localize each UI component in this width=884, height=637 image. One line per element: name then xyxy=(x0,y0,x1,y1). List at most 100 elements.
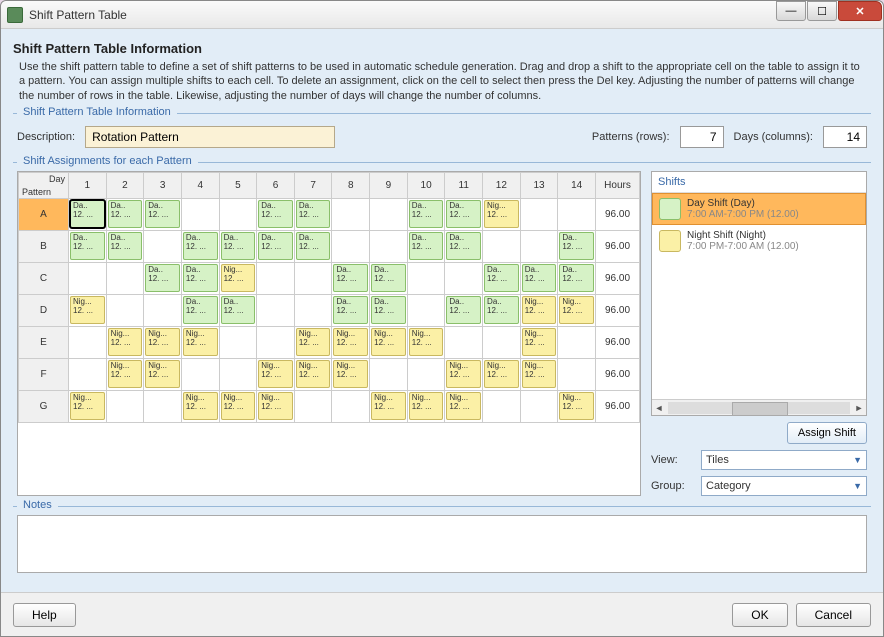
shift-chip[interactable]: Nig...12. ... xyxy=(145,328,180,356)
shift-chip[interactable]: Nig...12. ... xyxy=(333,328,368,356)
shift-chip[interactable]: Nig...12. ... xyxy=(409,328,444,356)
grid-cell[interactable] xyxy=(106,294,144,326)
grid-cell[interactable]: Nig...12. ... xyxy=(520,326,558,358)
shift-chip[interactable]: Nig...12. ... xyxy=(108,360,143,388)
grid-cell[interactable]: Da..12. ... xyxy=(181,262,219,294)
grid-cell[interactable] xyxy=(558,326,596,358)
shift-chip[interactable]: Nig...12. ... xyxy=(371,328,406,356)
shift-chip[interactable]: Nig...12. ... xyxy=(296,360,331,388)
grid-cell[interactable]: Da..12. ... xyxy=(483,262,521,294)
pattern-row-header[interactable]: E xyxy=(19,326,69,358)
grid-cell[interactable]: Da..12. ... xyxy=(558,262,596,294)
grid-cell[interactable]: Nig...12. ... xyxy=(520,294,558,326)
grid-cell[interactable]: Nig...12. ... xyxy=(294,358,332,390)
shift-chip[interactable]: Nig...12. ... xyxy=(183,328,218,356)
grid-cell[interactable]: Da..12. ... xyxy=(69,198,107,230)
shift-chip[interactable]: Da..12. ... xyxy=(371,264,406,292)
grid-cell[interactable] xyxy=(332,230,370,262)
shift-chip[interactable]: Da..12. ... xyxy=(446,296,481,324)
shift-chip[interactable]: Da..12. ... xyxy=(108,200,143,228)
shift-chip[interactable]: Nig...12. ... xyxy=(258,360,293,388)
shift-chip[interactable]: Nig...12. ... xyxy=(183,392,218,420)
grid-cell[interactable] xyxy=(370,230,408,262)
shift-chip[interactable]: Da..12. ... xyxy=(221,296,256,324)
grid-cell[interactable] xyxy=(257,262,295,294)
shift-chip[interactable]: Nig...12. ... xyxy=(522,360,557,388)
day-header[interactable]: 4 xyxy=(181,172,219,198)
grid-cell[interactable] xyxy=(483,230,521,262)
shift-chip[interactable]: Nig...12. ... xyxy=(446,392,481,420)
shift-chip[interactable]: Da..12. ... xyxy=(446,200,481,228)
shift-chip[interactable]: Da..12. ... xyxy=(258,232,293,260)
shift-chip[interactable]: Nig...12. ... xyxy=(522,328,557,356)
shift-chip[interactable]: Nig...12. ... xyxy=(70,392,105,420)
shift-chip[interactable]: Da..12. ... xyxy=(333,264,368,292)
pattern-row-header[interactable]: C xyxy=(19,262,69,294)
shift-chip[interactable]: Da..12. ... xyxy=(258,200,293,228)
shift-chip[interactable]: Da..12. ... xyxy=(183,232,218,260)
grid-cell[interactable] xyxy=(407,358,445,390)
grid-cell[interactable] xyxy=(558,358,596,390)
grid-cell[interactable] xyxy=(445,262,483,294)
titlebar[interactable]: Shift Pattern Table — ☐ ✕ xyxy=(1,1,883,29)
grid-cell[interactable] xyxy=(69,262,107,294)
shift-chip[interactable]: Nig...12. ... xyxy=(296,328,331,356)
grid-cell[interactable] xyxy=(370,198,408,230)
grid-cell[interactable] xyxy=(69,358,107,390)
grid-cell[interactable] xyxy=(445,326,483,358)
grid-cell[interactable]: Da..12. ... xyxy=(144,198,182,230)
day-header[interactable]: 3 xyxy=(144,172,182,198)
shift-chip[interactable]: Da..12. ... xyxy=(484,296,519,324)
grid-cell[interactable]: Da..12. ... xyxy=(445,198,483,230)
grid-cell[interactable]: Da..12. ... xyxy=(219,230,257,262)
grid-cell[interactable]: Nig...12. ... xyxy=(181,326,219,358)
grid-cell[interactable]: Nig...12. ... xyxy=(558,390,596,422)
grid-cell[interactable] xyxy=(257,326,295,358)
view-select[interactable]: Tiles ▼ xyxy=(701,450,867,470)
minimize-button[interactable]: — xyxy=(776,1,806,21)
shift-chip[interactable]: Nig...12. ... xyxy=(559,392,594,420)
shift-chip[interactable]: Da..12. ... xyxy=(446,232,481,260)
notes-textarea[interactable] xyxy=(17,515,867,573)
grid-cell[interactable]: Da..12. ... xyxy=(445,230,483,262)
shift-chip[interactable]: Da..12. ... xyxy=(409,232,444,260)
grid-cell[interactable]: Da..12. ... xyxy=(407,230,445,262)
shift-chip[interactable]: Nig...12. ... xyxy=(108,328,143,356)
shift-chip[interactable]: Da..12. ... xyxy=(70,200,105,228)
grid-cell[interactable] xyxy=(257,294,295,326)
day-header[interactable]: 5 xyxy=(219,172,257,198)
grid-cell[interactable] xyxy=(294,294,332,326)
grid-cell[interactable] xyxy=(332,390,370,422)
grid-cell[interactable] xyxy=(106,262,144,294)
day-header[interactable]: 13 xyxy=(520,172,558,198)
shifts-list[interactable]: Shifts Day Shift (Day)7:00 AM-7:00 PM (1… xyxy=(651,171,867,416)
grid-cell[interactable]: Nig...12. ... xyxy=(370,326,408,358)
shift-chip[interactable]: Da..12. ... xyxy=(108,232,143,260)
grid-cell[interactable] xyxy=(483,326,521,358)
grid-cell[interactable] xyxy=(370,358,408,390)
maximize-button[interactable]: ☐ xyxy=(807,1,837,21)
pattern-grid[interactable]: DayPattern1234567891011121314HoursADa..1… xyxy=(17,171,641,496)
close-button[interactable]: ✕ xyxy=(838,1,882,21)
grid-cell[interactable]: Da..12. ... xyxy=(370,294,408,326)
grid-cell[interactable]: Nig...12. ... xyxy=(106,358,144,390)
day-header[interactable]: 1 xyxy=(69,172,107,198)
grid-cell[interactable] xyxy=(106,390,144,422)
shift-chip[interactable]: Nig...12. ... xyxy=(70,296,105,324)
grid-cell[interactable] xyxy=(294,390,332,422)
shift-item[interactable]: Day Shift (Day)7:00 AM-7:00 PM (12.00) xyxy=(652,193,866,225)
shift-chip[interactable]: Da..12. ... xyxy=(409,200,444,228)
grid-cell[interactable] xyxy=(483,390,521,422)
shift-chip[interactable]: Nig...12. ... xyxy=(221,392,256,420)
description-input[interactable] xyxy=(85,126,335,148)
grid-cell[interactable]: Da..12. ... xyxy=(181,230,219,262)
shift-chip[interactable]: Da..12. ... xyxy=(296,232,331,260)
grid-cell[interactable]: Da..12. ... xyxy=(257,198,295,230)
cancel-button[interactable]: Cancel xyxy=(796,603,871,627)
shift-chip[interactable]: Da..12. ... xyxy=(559,264,594,292)
grid-cell[interactable]: Da..12. ... xyxy=(69,230,107,262)
grid-cell[interactable]: Nig...12. ... xyxy=(144,326,182,358)
shift-chip[interactable]: Nig...12. ... xyxy=(221,264,256,292)
scroll-left-icon[interactable]: ◄ xyxy=(652,401,666,415)
grid-cell[interactable]: Nig...12. ... xyxy=(332,358,370,390)
